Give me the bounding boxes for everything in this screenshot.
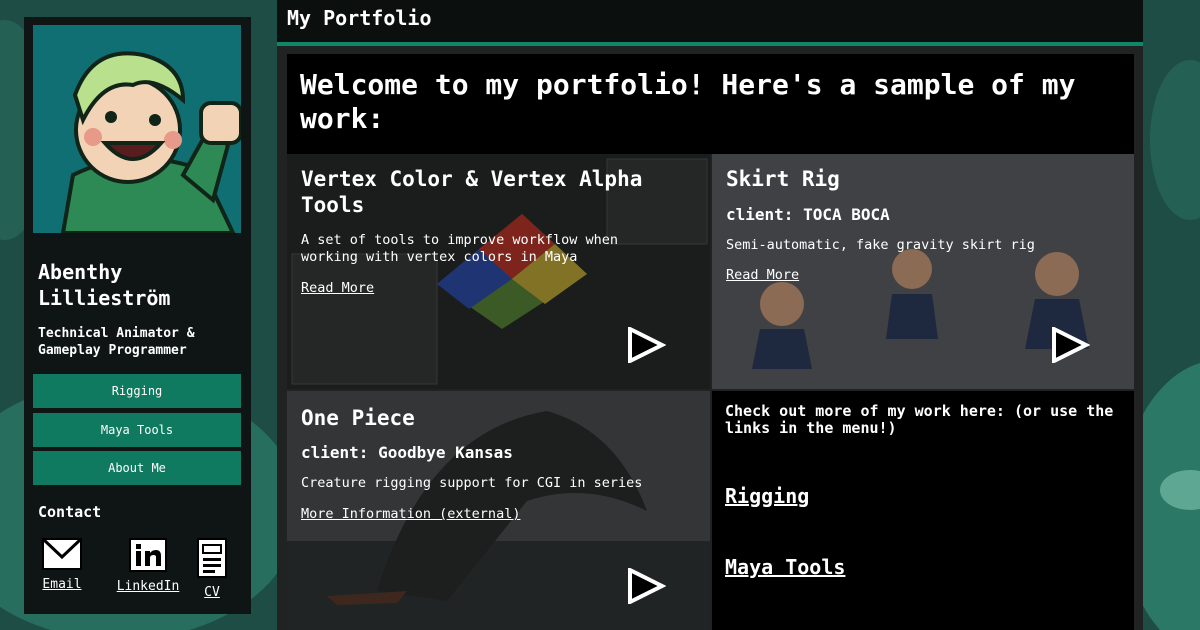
card-description: Semi-automatic, fake gravity skirt rig: [726, 237, 1035, 253]
profile-role: Technical Animator & Gameplay Programmer: [38, 326, 195, 358]
card-description: Creature rigging support for CGI in seri…: [301, 475, 643, 491]
maya-tools-link[interactable]: Maya Tools: [725, 555, 845, 579]
project-card-vertex-tools[interactable]: Vertex Color & Vertex Alpha Tools A set …: [287, 154, 710, 389]
play-icon[interactable]: [1050, 327, 1090, 363]
nav-rigging-button[interactable]: Rigging: [33, 374, 241, 408]
cv-document-icon: [197, 538, 227, 578]
project-card-skirt-rig[interactable]: Skirt Rig client: TOCA BOCA Semi-automat…: [712, 154, 1134, 389]
avatar: [33, 25, 241, 233]
linkedin-icon: [129, 538, 167, 572]
nav-maya-tools-button[interactable]: Maya Tools: [33, 413, 241, 447]
read-more-link[interactable]: Read More: [301, 280, 374, 296]
project-card-one-piece[interactable]: One Piece client: Goodbye Kansas Creatur…: [287, 391, 710, 630]
linkedin-link[interactable]: LinkedIn: [112, 537, 184, 594]
read-more-link[interactable]: Read More: [726, 267, 799, 283]
page-title: My Portfolio: [287, 6, 432, 30]
main-content: Welcome to my portfolio! Here's a sample…: [277, 46, 1143, 630]
card-client: client: TOCA BOCA: [726, 205, 890, 224]
envelope-icon: [41, 537, 83, 570]
top-bar: My Portfolio: [277, 0, 1143, 46]
welcome-banner: Welcome to my portfolio! Here's a sample…: [287, 54, 1134, 154]
contact-heading: Contact: [38, 503, 102, 521]
more-work-panel: Check out more of my work here: (or use …: [712, 391, 1134, 630]
card-title: Vertex Color & Vertex Alpha Tools: [301, 167, 643, 217]
linkedin-label[interactable]: LinkedIn: [117, 579, 180, 594]
cv-link[interactable]: CV: [176, 537, 248, 600]
email-label[interactable]: Email: [42, 577, 81, 592]
sidebar: Abenthy Lillieström Technical Animator &…: [24, 17, 251, 614]
play-icon[interactable]: [626, 327, 666, 363]
rigging-link[interactable]: Rigging: [725, 484, 809, 508]
cv-label[interactable]: CV: [204, 585, 220, 600]
card-client: client: Goodbye Kansas: [301, 443, 513, 462]
background-shape: [1150, 60, 1200, 220]
play-icon[interactable]: [626, 568, 666, 604]
profile-name: Abenthy Lillieström: [38, 260, 171, 310]
card-title: One Piece: [301, 406, 415, 430]
card-description: A set of tools to improve workflow when …: [301, 232, 618, 265]
nav-about-me-button[interactable]: About Me: [33, 451, 241, 485]
card-title: Skirt Rig: [726, 167, 840, 191]
more-information-link[interactable]: More Information (external): [301, 506, 520, 522]
email-link[interactable]: Email: [26, 537, 98, 592]
avatar-illustration: [33, 25, 241, 233]
welcome-heading: Welcome to my portfolio! Here's a sample…: [300, 68, 1076, 135]
more-work-text: Check out more of my work here: (or use …: [725, 402, 1114, 437]
